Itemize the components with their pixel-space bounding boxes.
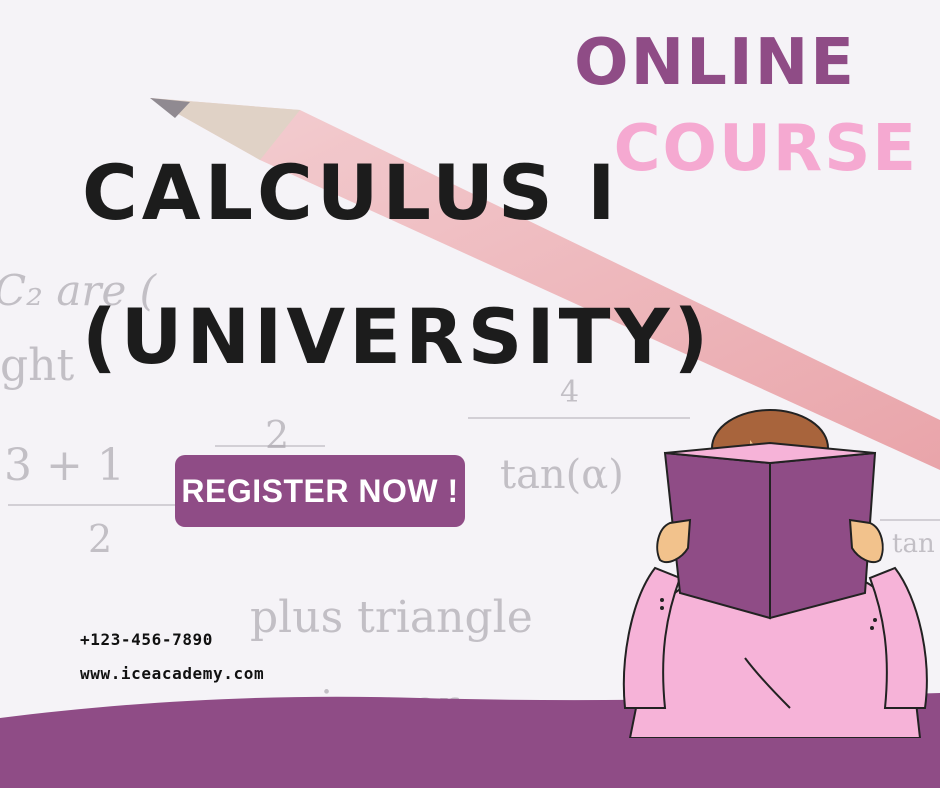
course-label: COURSE (613, 112, 918, 186)
register-now-button[interactable]: REGISTER NOW ! (175, 455, 465, 527)
math-text: 2 (265, 413, 289, 457)
course-title-line2: (UNIVERSITY) (82, 292, 713, 381)
math-text: 3 + 1 (4, 440, 125, 491)
online-label: ONLINE (574, 26, 856, 100)
math-text: ght (0, 340, 75, 391)
math-text: 2 (88, 517, 112, 561)
person-reading-illustration (622, 409, 928, 738)
course-title-line1: CALCULUS I (82, 148, 620, 237)
phone-number: +123-456-7890 (80, 630, 214, 649)
math-text: plus triangle (250, 592, 533, 643)
math-text: tan(α) (500, 452, 624, 498)
